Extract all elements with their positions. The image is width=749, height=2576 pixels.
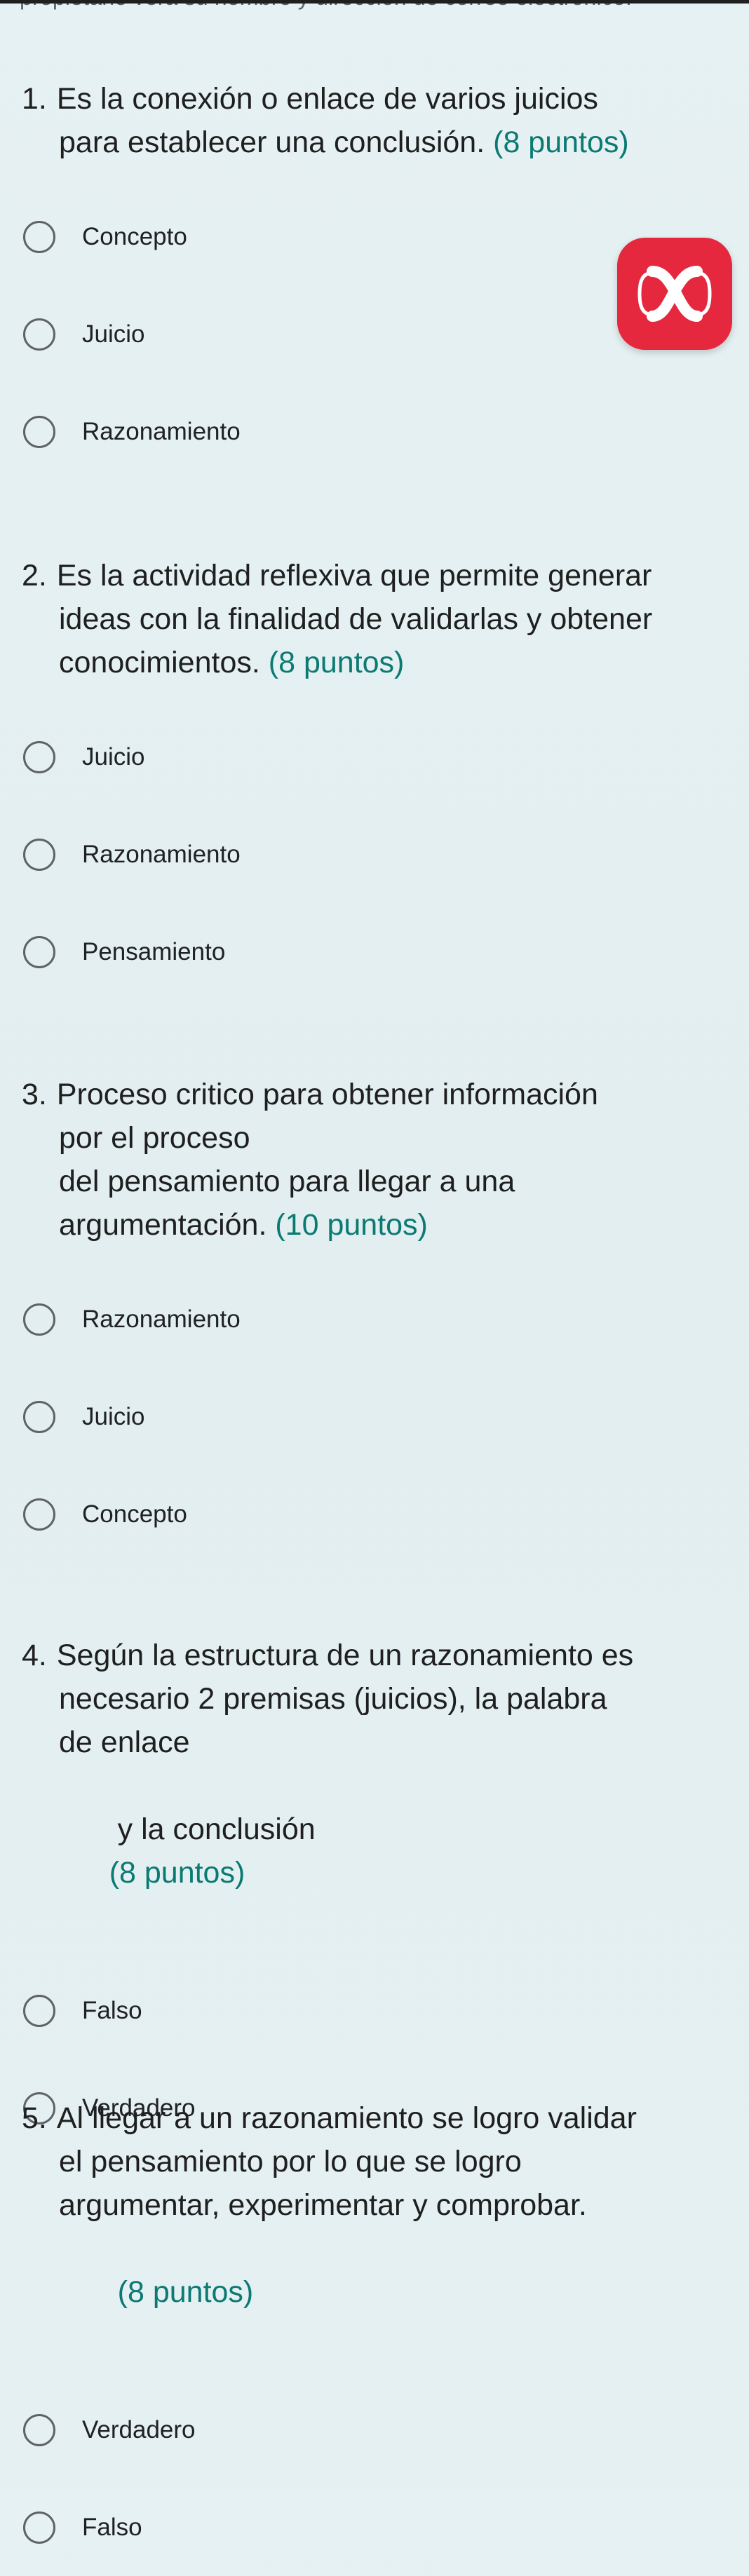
option-razonamiento[interactable]: Razonamiento bbox=[0, 806, 749, 903]
top-strip: propietario verá su nombre y dirección d… bbox=[0, 0, 749, 13]
question-title: 2. Es la actividad reflexiva que permite … bbox=[22, 554, 730, 684]
question-points: (8 puntos) bbox=[109, 1856, 245, 1890]
option-razonamiento[interactable]: Razonamiento bbox=[0, 383, 749, 480]
radio-button[interactable] bbox=[23, 415, 55, 448]
question-text-line: y la conclusión bbox=[109, 1812, 316, 1846]
option-pensamiento[interactable]: Pensamiento bbox=[0, 903, 749, 1001]
question-title: 4. Según la estructura de un razonamiento… bbox=[22, 1634, 730, 1938]
option-label: Juicio bbox=[82, 320, 145, 348]
question-2: 2. Es la actividad reflexiva que permite … bbox=[0, 554, 749, 1001]
top-divider bbox=[0, 0, 749, 4]
question-text-line: argumentar, experimentar y comprobar. bbox=[59, 2188, 587, 2222]
question-points: (10 puntos) bbox=[275, 1208, 428, 1242]
question-number: 1. bbox=[22, 82, 47, 116]
floating-app-button[interactable] bbox=[617, 238, 732, 350]
radio-button[interactable] bbox=[23, 2413, 55, 2446]
question-text-line: Al llegar a un razonamiento se logro val… bbox=[56, 2101, 637, 2135]
question-text-line: para establecer una conclusión. bbox=[59, 126, 485, 159]
option-label: Concepto bbox=[82, 222, 187, 250]
radio-button[interactable] bbox=[23, 318, 55, 351]
question-title: 5. Al llegar a un razonamiento se logro v… bbox=[22, 2096, 730, 2357]
option-label: Razonamiento bbox=[82, 1305, 241, 1333]
option-label: Falso bbox=[82, 1996, 142, 2024]
question-points: (8 puntos) bbox=[493, 126, 629, 159]
radio-button[interactable] bbox=[23, 220, 55, 253]
question-points: (8 puntos) bbox=[268, 646, 405, 679]
option-verdadero[interactable]: Verdadero bbox=[0, 2381, 749, 2479]
question-text-line bbox=[109, 2275, 118, 2309]
question-text-line: necesario 2 premisas (juicios), la palab… bbox=[59, 1682, 607, 1716]
option-label: Pensamiento bbox=[82, 937, 226, 965]
option-label: Falso bbox=[82, 2513, 142, 2541]
radio-button[interactable] bbox=[23, 1400, 55, 1433]
question-text-line: Es la conexión o enlace de varios juicio… bbox=[56, 82, 598, 116]
question-title: 3. Proceso critico para obtener informaci… bbox=[22, 1073, 730, 1247]
question-4: 4. Según la estructura de un razonamiento… bbox=[0, 1634, 749, 2157]
radio-button[interactable] bbox=[23, 1303, 55, 1336]
option-razonamiento[interactable]: Razonamiento bbox=[0, 1270, 749, 1368]
question-title: 1. Es la conexión o enlace de varios juic… bbox=[22, 77, 730, 164]
question-text-line: de enlace bbox=[59, 1726, 190, 1759]
question-5: 5. Al llegar a un razonamiento se logro v… bbox=[0, 2096, 749, 2576]
question-number: 5. bbox=[22, 2101, 47, 2135]
radio-button[interactable] bbox=[23, 838, 55, 871]
question-number: 3. bbox=[22, 1078, 47, 1111]
x-logo-icon bbox=[637, 266, 712, 322]
radio-button[interactable] bbox=[23, 1994, 55, 2027]
question-text-line: argumentación. bbox=[59, 1208, 267, 1242]
question-number: 4. bbox=[22, 1639, 47, 1672]
option-label: Razonamiento bbox=[82, 417, 241, 445]
option-falso[interactable]: Falso bbox=[0, 2479, 749, 2576]
option-label: Razonamiento bbox=[82, 840, 241, 868]
question-text-line: del pensamiento para llegar a una bbox=[59, 1165, 515, 1198]
radio-button[interactable] bbox=[23, 935, 55, 968]
question-text-line: Proceso critico para obtener información bbox=[56, 1078, 598, 1111]
question-text-line: Es la actividad reflexiva que permite ge… bbox=[56, 559, 652, 592]
option-label: Juicio bbox=[82, 1402, 145, 1430]
question-text-line: conocimientos. bbox=[59, 646, 260, 679]
option-label: Verdadero bbox=[82, 2415, 196, 2443]
question-3: 3. Proceso critico para obtener informaci… bbox=[0, 1073, 749, 1563]
question-text-line: Según la estructura de un razonamiento e… bbox=[56, 1639, 634, 1672]
option-concepto[interactable]: Concepto bbox=[0, 1465, 749, 1563]
radio-button[interactable] bbox=[23, 2511, 55, 2544]
option-label: Concepto bbox=[82, 1500, 187, 1528]
option-juicio[interactable]: Juicio bbox=[0, 708, 749, 806]
option-label: Juicio bbox=[82, 743, 145, 771]
radio-button[interactable] bbox=[23, 1498, 55, 1531]
option-falso[interactable]: Falso bbox=[0, 1962, 749, 2059]
question-points: (8 puntos) bbox=[117, 2275, 254, 2309]
question-text-line: el pensamiento por lo que se logro bbox=[59, 2145, 522, 2178]
radio-button[interactable] bbox=[23, 740, 55, 773]
option-juicio[interactable]: Juicio bbox=[0, 1368, 749, 1465]
question-number: 2. bbox=[22, 559, 47, 592]
question-text-line: por el proceso bbox=[59, 1121, 250, 1155]
question-text-line: ideas con la finalidad de validarlas y o… bbox=[59, 602, 653, 636]
